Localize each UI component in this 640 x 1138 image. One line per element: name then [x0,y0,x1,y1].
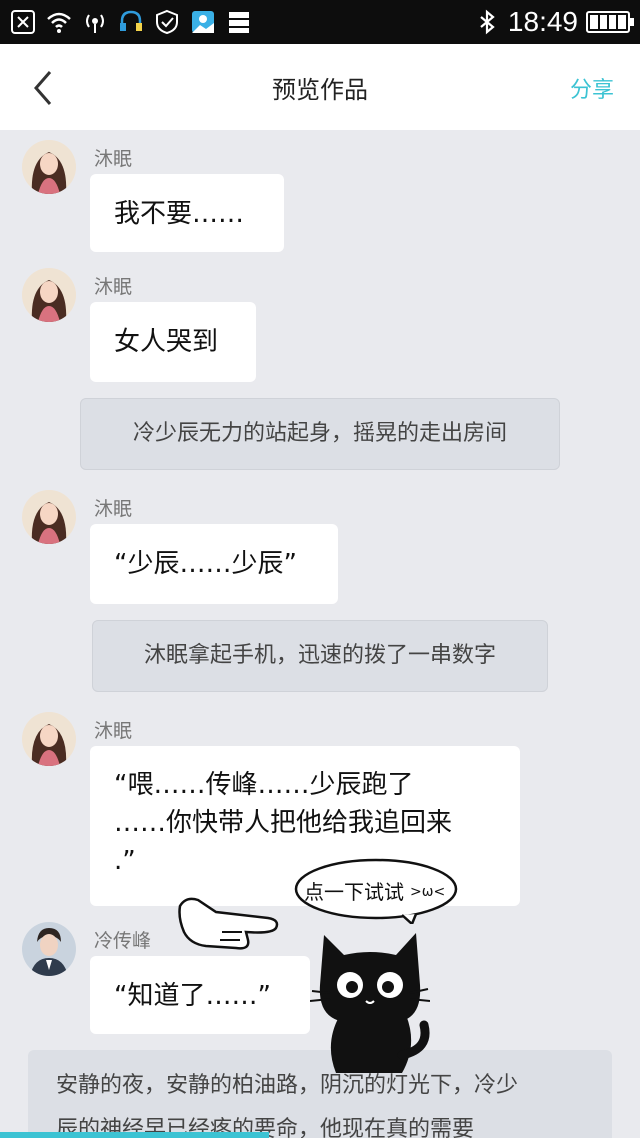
sender-name: 沐眠 [94,498,133,520]
avatar[interactable] [22,140,76,194]
avatar[interactable] [22,268,76,322]
sender-name: 沐眠 [94,148,133,170]
close-notification-icon [11,10,35,34]
message-bubble: “少辰……少辰” [90,524,338,604]
narration-box: 冷少辰无力的站起身，摇晃的走出房间 [80,398,560,470]
message-line: “喂……传峰……少辰跑了 [114,770,414,800]
narration-box: 沐眠拿起手机，迅速的拨了一串数字 [92,620,548,692]
sender-name: 沐眠 [94,276,133,298]
page-title: 预览作品 [272,76,368,104]
battery-icon [586,11,634,33]
status-bar: 18:49 [0,0,640,44]
bluetooth-icon [480,9,495,35]
avatar[interactable] [22,490,76,544]
tap-hint[interactable]: 点一下试试 [304,876,404,905]
pointing-hand-icon [178,897,279,950]
black-cat-icon[interactable] [310,925,430,1075]
svg-text:>ω<: >ω< [410,884,445,900]
message-line: ……你快带人把他给我追回来 [114,808,453,838]
hotspot-icon [86,14,104,33]
avatar[interactable] [22,922,76,976]
avatar[interactable] [22,712,76,766]
headset-icon [120,10,142,31]
shield-check-icon [156,9,178,35]
nav-bar: 预览作品 分享 [0,44,640,130]
clock: 18:49 [507,6,578,37]
message-bubble: “知道了……” [90,956,310,1034]
message-bubble: 女人哭到 [90,302,256,382]
gallery-icon [192,11,214,33]
wifi-icon [47,12,71,33]
sender-name: 冷传峰 [94,930,152,952]
message-bubble: 我不要…… [90,174,284,252]
share-button[interactable]: 分享 [570,72,614,104]
sender-name: 沐眠 [94,720,133,742]
reading-progress-bar [0,1132,269,1138]
storage-icon [229,12,249,33]
